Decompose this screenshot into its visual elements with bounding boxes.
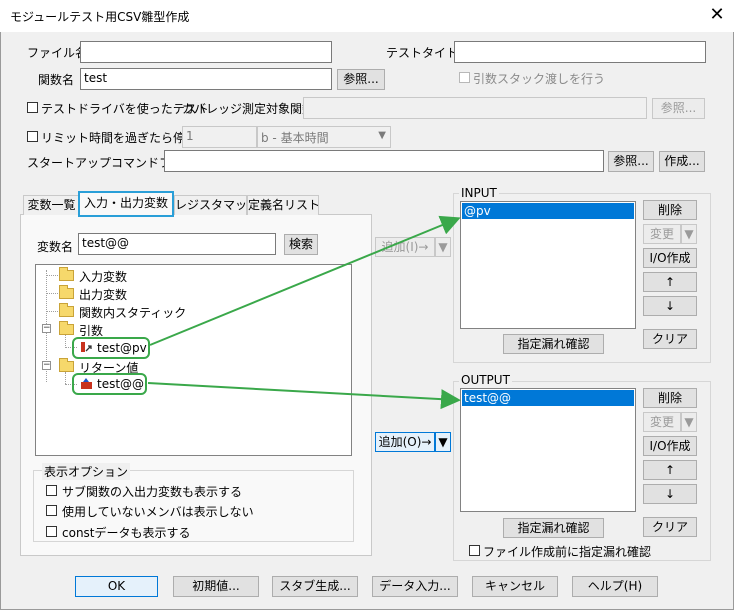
stub-generate-button[interactable]: スタブ生成...	[272, 576, 358, 597]
arrow-to-input	[149, 215, 461, 346]
arrow-to-output	[147, 382, 461, 410]
help-button[interactable]: ヘルプ(H)	[572, 576, 658, 597]
initial-value-button[interactable]: 初期値...	[173, 576, 259, 597]
cancel-button[interactable]: キャンセル	[472, 576, 558, 597]
data-input-button[interactable]: データ入力...	[372, 576, 458, 597]
annotation-arrows	[147, 215, 461, 410]
ok-button[interactable]: OK	[75, 576, 158, 597]
